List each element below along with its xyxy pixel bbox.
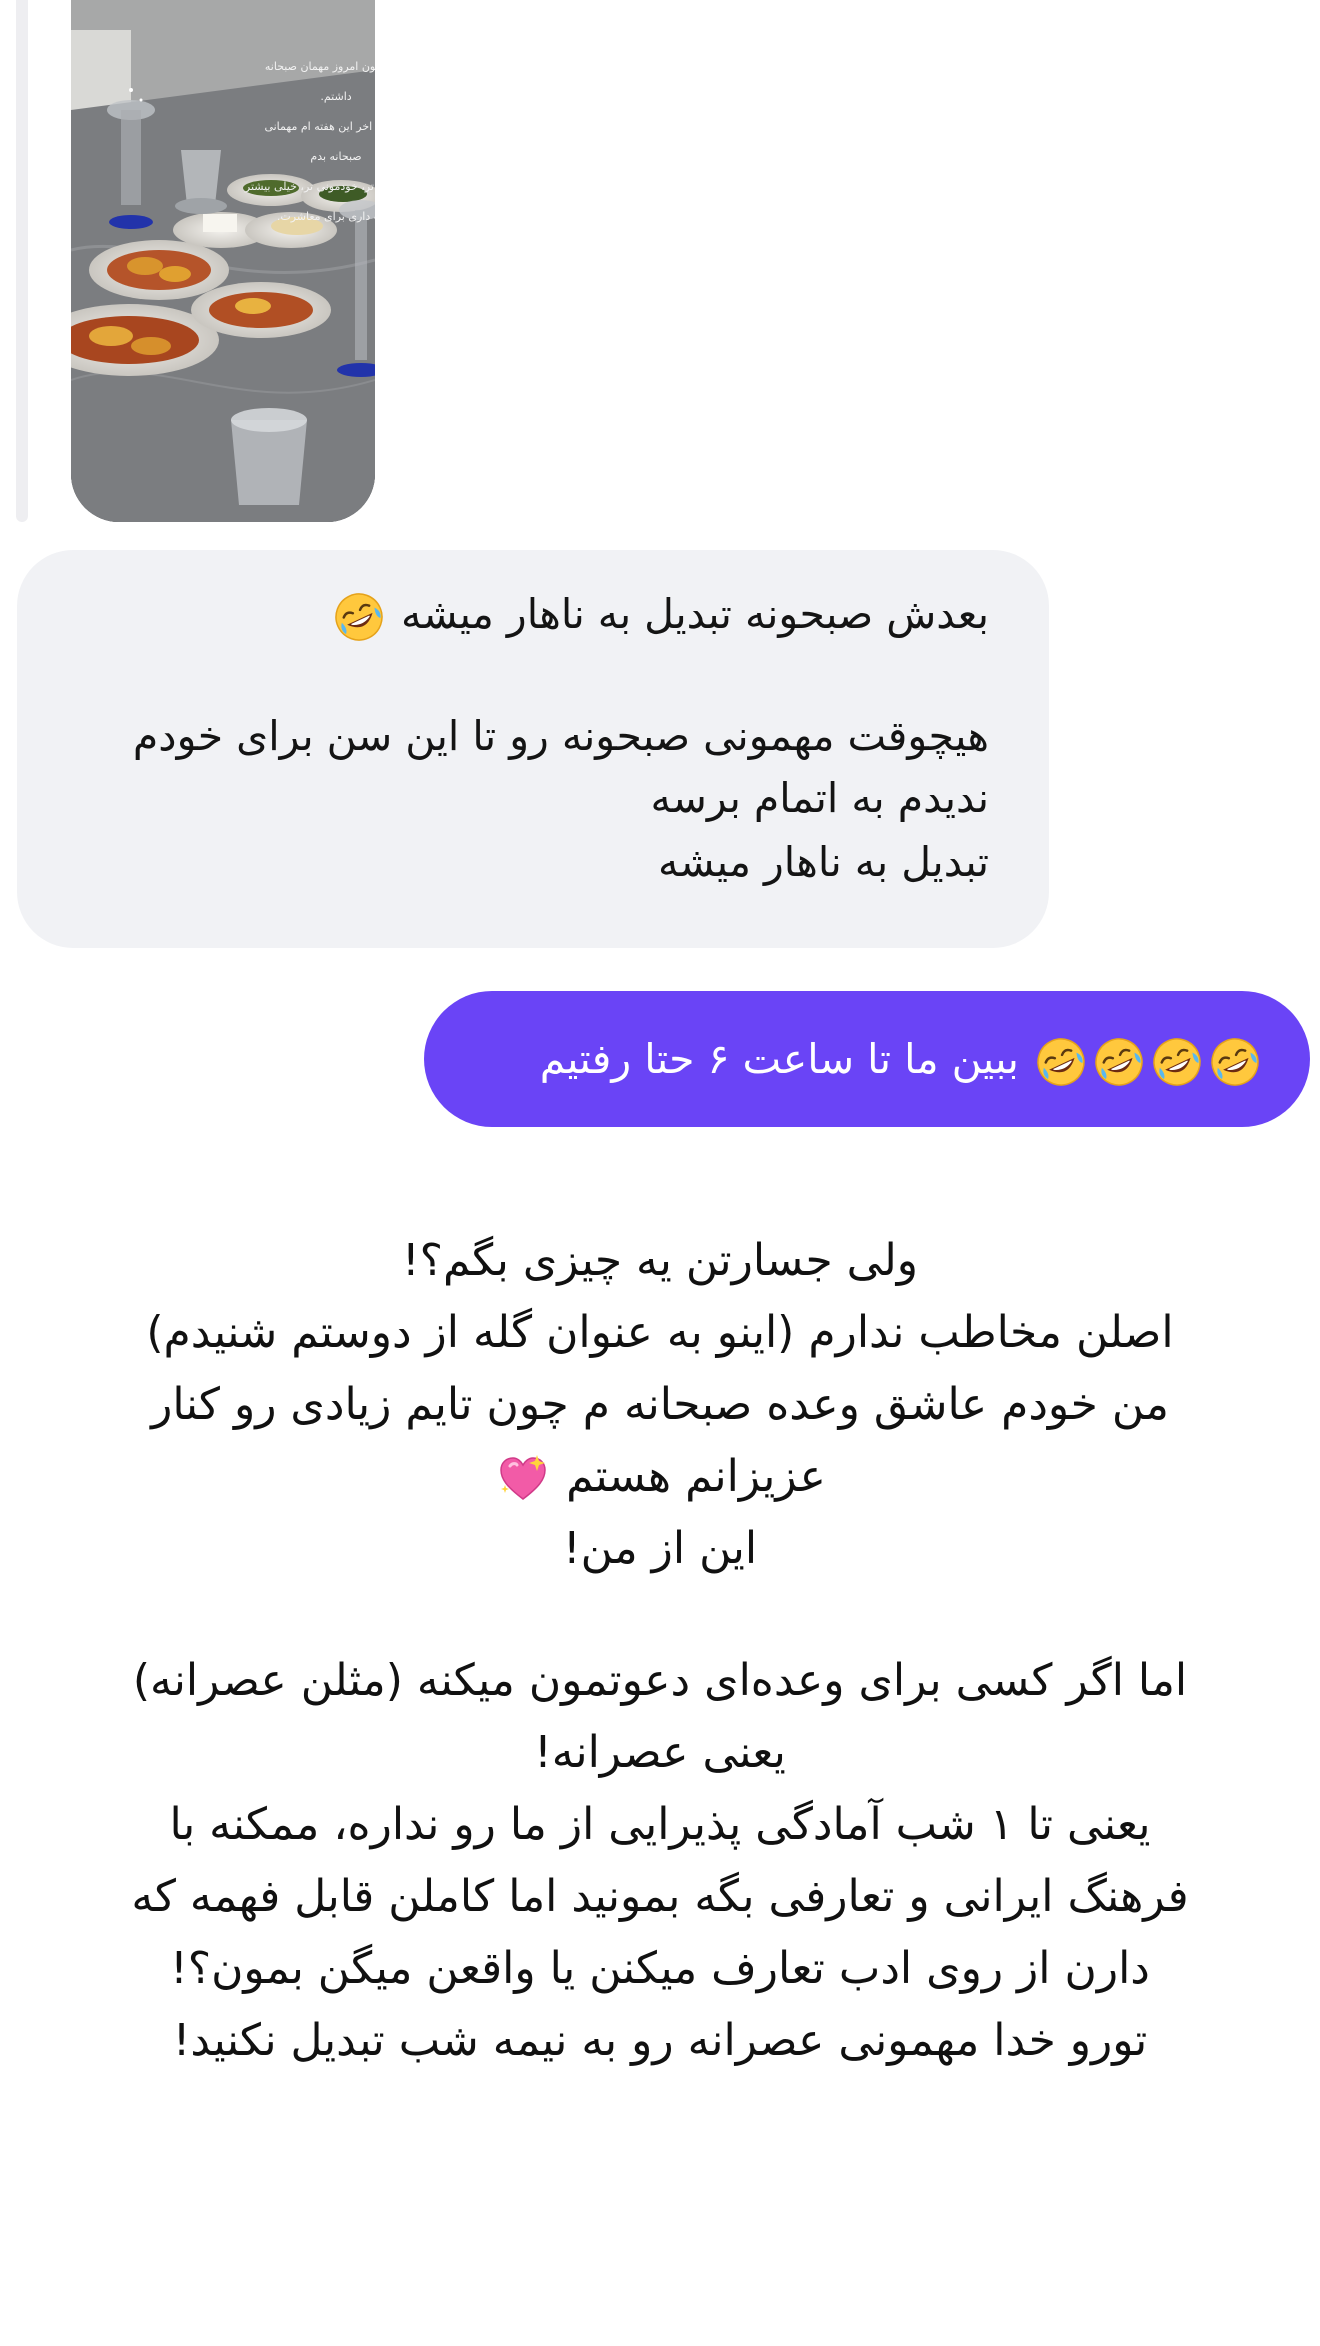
incoming-message-line: ندیدم به اتمام برسه (650, 774, 990, 822)
story-caption-line: خیلی ساده تر، خودمونی تر، خیلی بیشتر (244, 180, 374, 193)
incoming-message-line: هیچوقت مهمونی صبحونه رو تا این سن برای خ… (132, 712, 989, 760)
note-line: من خودم عاشق وعده صبحانه م چون تایم زیاد… (151, 1379, 1169, 1430)
note-line: فرهنگ ایرانی و تعارفی بگه بمونید اما کام… (131, 1871, 1189, 1922)
story-caption-line: میخوام اخر این هفته ام مهمانی (264, 120, 373, 133)
incoming-message-bubble[interactable]: بعدش صبحونه تبدیل به ناهار میشه هیچوقت م… (17, 550, 1049, 948)
incoming-message-line: تبدیل به ناهار میشه (658, 838, 989, 886)
story-caption-line: صبحانه بدم (310, 150, 362, 163)
rofl-emoji-icon (1209, 1036, 1261, 1088)
story-caption-line: داشتم. (320, 90, 352, 103)
note-line: اصلن مخاطب ندارم (اینو به عنوان گله از د… (146, 1307, 1174, 1358)
note-line: این از من! (562, 1523, 758, 1574)
note-line-text: عزیزانم هستم (566, 1451, 826, 1502)
story-caption-line: وقت داری برای معاشرت. (276, 210, 375, 223)
story-caption-line: با اجازتون امروز مهمان صبحانه (264, 60, 375, 73)
note-line: ولی جسارتن یه چیزی بگم؟! (402, 1235, 918, 1286)
note-line: تورو خدا مهمونی عصرانه رو به نیمه شب تبد… (172, 2015, 1148, 2066)
incoming-message-line: بعدش صبحونه تبدیل به ناهار میشه (330, 588, 989, 643)
incoming-message-text: بعدش صبحونه تبدیل به ناهار میشه (400, 590, 989, 638)
outgoing-message-bubble[interactable]: ببین ما تا ساعت ۶ حتا رفتیم (424, 991, 1310, 1127)
note-line: اما اگر کسی برای وعده‌ای دعوتمون میکنه (… (132, 1655, 1188, 1706)
rofl-emoji-icon (1035, 1036, 1087, 1088)
sparkling-heart-emoji-icon (497, 1453, 549, 1505)
story-caption: با اجازتون امروز مهمان صبحانه داشتم. میخ… (241, 44, 375, 224)
outgoing-message-line: ببین ما تا ساعت ۶ حتا رفتیم (540, 1031, 1264, 1088)
note-text-block: ولی جسارتن یه چیزی بگم؟! اصلن مخاطب ندار… (0, 1225, 1320, 2077)
reply-indicator-bar (16, 0, 28, 522)
note-line: عزیزانم هستم (0, 1441, 1320, 1513)
outgoing-message-text: ببین ما تا ساعت ۶ حتا رفتیم (539, 1035, 1019, 1083)
note-gap (0, 1585, 1320, 1645)
note-line: دارن از روی ادب تعارف میکنن یا واقعن میگ… (170, 1943, 1150, 1994)
note-line: یعنی تا ۱ شب آمادگی پذیرایی از ما رو ندا… (169, 1799, 1151, 1850)
rofl-emoji-icon (1151, 1036, 1203, 1088)
rofl-emoji-icon (1093, 1036, 1145, 1088)
rofl-emoji-icon (333, 591, 385, 643)
story-thumbnail[interactable]: با اجازتون امروز مهمان صبحانه داشتم. میخ… (71, 0, 375, 522)
note-line: یعنی عصرانه! (534, 1727, 786, 1778)
